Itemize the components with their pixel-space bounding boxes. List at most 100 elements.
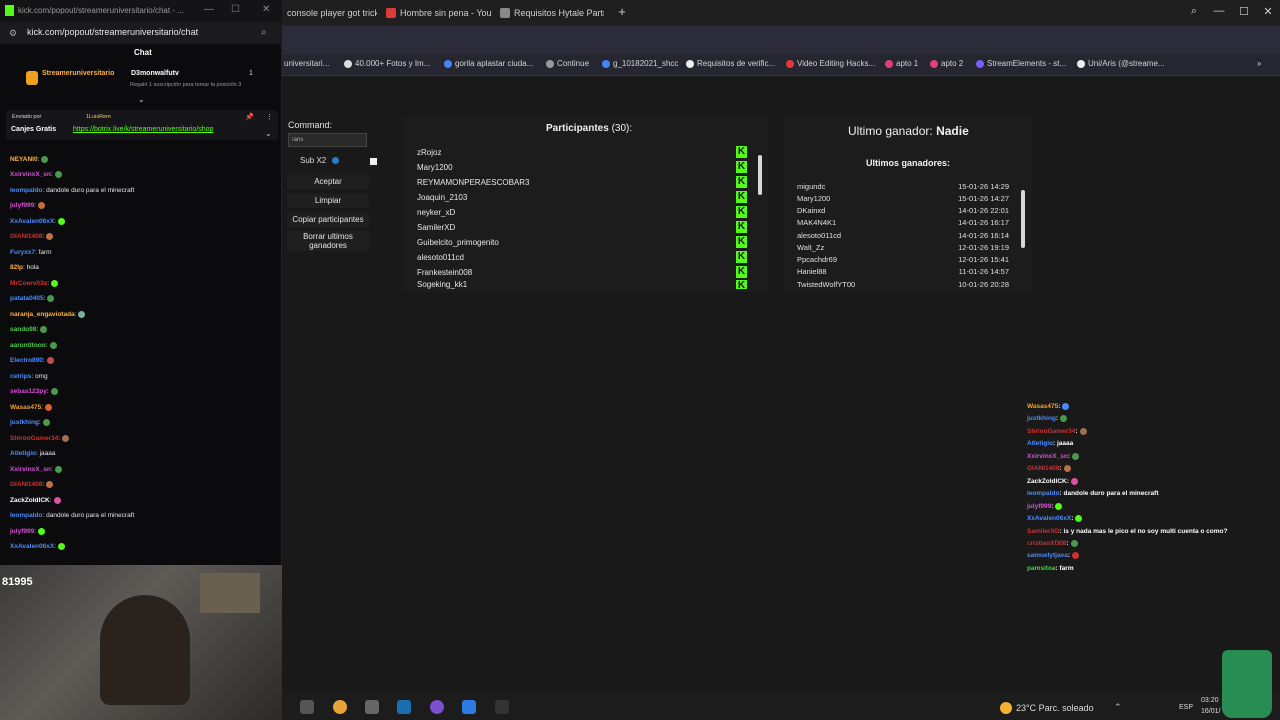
participant-row[interactable]: SamilerXD K bbox=[417, 220, 747, 234]
chat-username[interactable]: leompaldo bbox=[10, 187, 43, 194]
chat-header: Chat bbox=[134, 48, 152, 57]
participant-row[interactable]: Sogeking_kk1 K bbox=[417, 280, 747, 289]
chat-username[interactable]: naranja_engaviotada bbox=[10, 311, 75, 318]
participant-row[interactable]: Frankestein008 K bbox=[417, 265, 747, 279]
search-icon[interactable]: ⌕ bbox=[261, 27, 267, 38]
chat-username[interactable]: aarontitooo bbox=[10, 342, 46, 349]
delete-winners-button[interactable]: Borrar ultimos ganadores bbox=[287, 231, 369, 251]
bookmark[interactable]: apto 1 bbox=[885, 59, 918, 68]
close-icon[interactable]: ✕ bbox=[262, 4, 270, 15]
chat-username[interactable]: ZackZoldICK bbox=[10, 497, 50, 504]
taskbar-app-icon[interactable] bbox=[365, 700, 379, 714]
chat-message-row: julyf999: bbox=[10, 528, 46, 535]
maximize-button[interactable]: ☐ bbox=[1236, 5, 1252, 18]
chat-username[interactable]: XxAvalen06xX bbox=[10, 218, 54, 225]
minimize-icon[interactable]: — bbox=[204, 4, 214, 15]
tab-console-player[interactable]: console player got tricked bbox=[287, 4, 377, 22]
tray-chevron-icon[interactable]: ⌃ bbox=[1114, 702, 1122, 713]
chat-username[interactable]: leompaldo bbox=[10, 512, 43, 519]
chat-username[interactable]: julyf999 bbox=[10, 528, 34, 535]
chevron-down-icon[interactable]: ⌄ bbox=[138, 95, 145, 104]
last-winner-label: Ultimo ganador: bbox=[848, 124, 933, 138]
epic-games-icon[interactable] bbox=[495, 700, 509, 714]
chat-username[interactable]: Wasas475 bbox=[10, 404, 41, 411]
command-label: Command: bbox=[288, 120, 333, 130]
clock-time[interactable]: 03:20 bbox=[1201, 697, 1219, 704]
vscode-icon[interactable] bbox=[462, 700, 476, 714]
sub-x2-checkbox[interactable] bbox=[370, 158, 377, 165]
airbnb-icon bbox=[930, 59, 938, 68]
more-options-icon[interactable]: ⋮ bbox=[266, 113, 273, 121]
participant-row[interactable]: REYMAMONPERAESCOBAR3 K bbox=[417, 175, 747, 189]
bookmarks-overflow-icon[interactable]: » bbox=[1257, 59, 1261, 68]
chat-username[interactable]: julyf999 bbox=[10, 202, 34, 209]
bookmark[interactable]: g_10182021_shcc bbox=[602, 59, 678, 68]
chat-username[interactable]: GIANI1408 bbox=[10, 233, 43, 240]
kick-icon: K bbox=[736, 221, 747, 233]
accept-button[interactable]: Aceptar bbox=[287, 175, 369, 189]
winner-row: migundc 15-01-26 14:29 bbox=[797, 180, 1009, 192]
bookmark[interactable]: 40.000+ Fotos y Im... bbox=[344, 59, 430, 68]
bookmark[interactable]: apto 2 bbox=[930, 59, 963, 68]
chat-username[interactable]: sando98 bbox=[10, 326, 36, 333]
weather-widget[interactable]: 23°C Parc. soleado bbox=[1000, 702, 1094, 714]
participants-scroll-thumb[interactable] bbox=[758, 155, 762, 195]
participant-row[interactable]: alesoto011cd K bbox=[417, 250, 747, 264]
participant-row[interactable]: Mary1200 K bbox=[417, 160, 747, 174]
chat-username[interactable]: Electro890 bbox=[10, 357, 43, 364]
winner-row: Haniel88 11-01-26 14:57 bbox=[797, 265, 1009, 277]
chevron-down-icon[interactable]: ⌄ bbox=[265, 129, 272, 138]
obs-icon[interactable] bbox=[430, 700, 444, 714]
bookmark[interactable]: Video Editing Hacks... bbox=[786, 59, 875, 68]
new-tab-button[interactable]: + bbox=[615, 5, 629, 19]
search-tabs-icon[interactable]: ⌕ bbox=[1186, 5, 1202, 18]
participant-row[interactable]: Guibelcito_primogenito K bbox=[417, 235, 747, 249]
chat-username[interactable]: MrCoerv03x bbox=[10, 280, 47, 287]
chat-username[interactable]: patata0405 bbox=[10, 295, 44, 302]
winners-scroll-thumb[interactable] bbox=[1021, 190, 1025, 248]
chat-message: : bbox=[37, 156, 40, 164]
participant-row[interactable]: neyker_xD K bbox=[417, 205, 747, 219]
command-input[interactable] bbox=[288, 133, 367, 147]
chat-username[interactable]: justkhing bbox=[10, 419, 39, 426]
copy-participants-button[interactable]: Copiar participantes bbox=[287, 213, 369, 227]
bookmark[interactable]: gorila aplastar ciuda... bbox=[444, 59, 533, 68]
bookmark[interactable]: universitari... bbox=[284, 59, 329, 68]
maximize-icon[interactable]: ☐ bbox=[231, 4, 240, 15]
winner-date: 14-01-26 22:01 bbox=[958, 205, 1009, 215]
clear-button[interactable]: Limpiar bbox=[287, 194, 369, 208]
chat-username[interactable]: GIANI1408 bbox=[10, 481, 43, 488]
clock-date[interactable]: 16/01/ bbox=[1201, 708, 1220, 715]
chat-username[interactable]: XxAvalen06xX bbox=[10, 543, 54, 550]
chat-url[interactable]: kick.com/popout/streameruniversitario/ch… bbox=[27, 27, 198, 37]
chat-username[interactable]: XxirvinxX_sn bbox=[10, 171, 51, 178]
chat-username[interactable]: sebas123py bbox=[10, 388, 47, 395]
chat-username[interactable]: Atletigio bbox=[10, 450, 36, 457]
chat-username[interactable]: Furyxx7 bbox=[10, 249, 35, 256]
bookmark[interactable]: Continue bbox=[546, 59, 589, 68]
bookmark[interactable]: Uni/Aris (@streame... bbox=[1077, 59, 1165, 68]
tab-requisitos-hytale[interactable]: Requisitos Hytale Partner bbox=[500, 4, 604, 22]
tab-hombre-sin-pena[interactable]: Hombre sin pena - YouTube bbox=[386, 4, 492, 22]
pin-icon[interactable]: 📌 bbox=[245, 113, 254, 121]
language-indicator[interactable]: ESP bbox=[1179, 704, 1193, 711]
chat-username[interactable]: NEYANI0 bbox=[10, 156, 38, 163]
overlay-chat-line: XxAvalen06xX: bbox=[1027, 515, 1083, 522]
close-window-button[interactable]: ✕ bbox=[1260, 5, 1276, 18]
chat-username[interactable]: XxirvinxX_sn bbox=[10, 466, 51, 473]
participant-row[interactable]: zRojoz K bbox=[417, 145, 747, 159]
steam-icon[interactable] bbox=[397, 700, 411, 714]
chat-username[interactable]: ShirooGamer34 bbox=[10, 435, 58, 442]
shop-link[interactable]: https://botrix.live/k/streameruniversita… bbox=[73, 126, 213, 133]
chat-username[interactable]: cetrips bbox=[10, 373, 31, 380]
participant-row[interactable]: Joaquin_2103 K bbox=[417, 190, 747, 204]
site-settings-icon[interactable]: ⚙ bbox=[9, 28, 17, 39]
emote-icon bbox=[1055, 503, 1063, 510]
chat-message: : bbox=[50, 466, 53, 474]
taskbar-app-icon[interactable] bbox=[300, 700, 314, 714]
bookmark[interactable]: Requisitos de verific... bbox=[686, 59, 775, 68]
bookmark[interactable]: StreamElements - st... bbox=[976, 59, 1066, 68]
chrome-icon[interactable] bbox=[333, 700, 347, 714]
minimize-button[interactable]: — bbox=[1211, 5, 1227, 17]
chat-username[interactable]: 82lp bbox=[10, 264, 23, 271]
